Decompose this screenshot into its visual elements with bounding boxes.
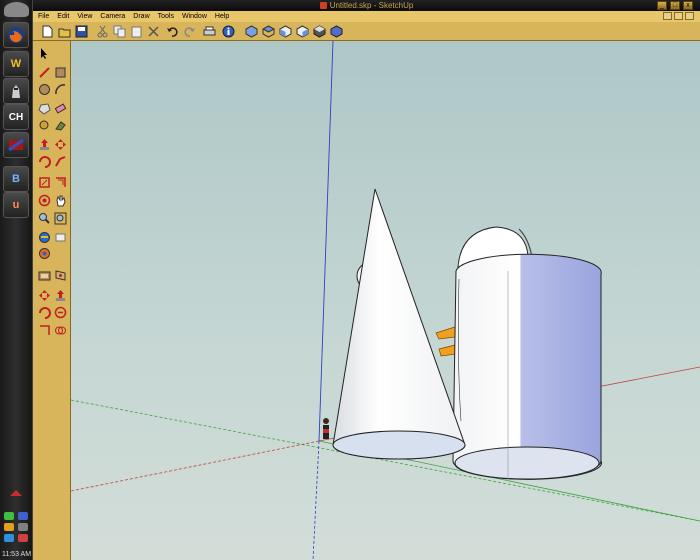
orbit-icon[interactable] — [37, 193, 52, 208]
menu-bar: File Edit View Camera Draw Tools Window Help — [33, 11, 700, 22]
open-icon[interactable] — [57, 24, 72, 39]
eraser-icon[interactable] — [53, 101, 68, 116]
iso-view-icon[interactable] — [244, 24, 259, 39]
line-icon[interactable] — [37, 65, 52, 80]
cut-icon[interactable] — [95, 24, 110, 39]
previous-icon[interactable] — [37, 230, 52, 245]
circle-icon[interactable] — [37, 82, 52, 97]
scene-canvas[interactable] — [71, 41, 700, 560]
menu-tools[interactable]: Tools — [154, 11, 178, 22]
rotate-icon[interactable] — [37, 154, 52, 169]
menu-edit[interactable]: Edit — [53, 11, 73, 22]
window-title: Untitled.skp - SketchUp — [329, 1, 414, 10]
dimension-icon[interactable] — [37, 288, 52, 303]
scroll-up-arrow[interactable] — [10, 490, 22, 496]
back-view-icon[interactable] — [312, 24, 327, 39]
top-view-icon[interactable] — [261, 24, 276, 39]
copy-icon[interactable] — [112, 24, 127, 39]
screen: W CH B u 11:53 AM Untitled.skp - SketchU… — [0, 0, 700, 560]
u-icon[interactable]: u — [3, 192, 29, 218]
right-view-icon[interactable] — [295, 24, 310, 39]
dome-cylinder[interactable] — [452, 226, 603, 480]
3d-text-icon[interactable] — [53, 305, 68, 320]
maximize-button[interactable]: □ — [670, 1, 680, 10]
b-icon[interactable]: B — [3, 166, 29, 192]
scale-icon[interactable] — [37, 175, 52, 190]
paste-icon[interactable] — [129, 24, 144, 39]
push-pull-icon[interactable] — [37, 137, 52, 152]
menu-view[interactable]: View — [73, 11, 96, 22]
taskbar: W CH B u 11:53 AM — [0, 0, 33, 560]
print-icon[interactable] — [202, 24, 217, 39]
undo-icon[interactable] — [165, 24, 180, 39]
tape-icon[interactable] — [37, 118, 52, 133]
system-tray — [2, 512, 31, 546]
zoom-extents-icon[interactable] — [53, 211, 68, 226]
menu-help[interactable]: Help — [211, 11, 233, 22]
arc-icon[interactable] — [53, 82, 68, 97]
knight-icon[interactable] — [3, 78, 29, 104]
select-icon[interactable] — [37, 46, 52, 61]
offset-icon[interactable] — [53, 175, 68, 190]
sketchup-window: Untitled.skp - SketchUp _ □ x File Edit Vi… — [33, 0, 700, 560]
follow-me-icon[interactable] — [53, 154, 68, 169]
zoom-icon[interactable] — [37, 211, 52, 226]
doc-restore-button[interactable] — [674, 12, 683, 20]
move-icon[interactable] — [53, 137, 68, 152]
rectangle-icon[interactable] — [53, 65, 68, 80]
taskbar-logo[interactable] — [4, 2, 29, 17]
cone[interactable] — [332, 188, 466, 460]
red-axis-dashed — [71, 440, 320, 492]
clock: 11:53 AM — [1, 551, 32, 558]
menu-draw[interactable]: Draw — [129, 11, 153, 22]
left-view-icon[interactable] — [329, 24, 344, 39]
axes-icon[interactable] — [37, 305, 52, 320]
ch-icon[interactable]: CH — [3, 104, 29, 130]
menu-camera[interactable]: Camera — [96, 11, 129, 22]
intersect-icon[interactable] — [53, 323, 68, 338]
title-bar[interactable]: Untitled.skp - SketchUp — [33, 0, 700, 11]
position-camera-icon[interactable] — [53, 230, 68, 245]
paint-icon[interactable] — [53, 118, 68, 133]
wow-icon[interactable]: W — [3, 51, 29, 77]
new-icon[interactable] — [40, 24, 55, 39]
drawing-toolbar — [33, 41, 71, 560]
text-icon[interactable] — [53, 288, 68, 303]
pan-icon[interactable] — [53, 193, 68, 208]
flag-icon[interactable] — [3, 132, 29, 158]
polygon-icon[interactable] — [37, 101, 52, 116]
model-viewport[interactable] — [71, 41, 700, 560]
look-around-icon[interactable] — [37, 268, 52, 283]
model-info-icon[interactable] — [221, 24, 236, 39]
doc-close-button[interactable] — [685, 12, 694, 20]
blue-axis — [318, 41, 334, 442]
close-button[interactable]: x — [683, 1, 693, 10]
doc-minimize-button[interactable] — [663, 12, 672, 20]
protractor-icon[interactable] — [37, 323, 52, 338]
minimize-button[interactable]: _ — [657, 1, 667, 10]
front-view-icon[interactable] — [278, 24, 293, 39]
erase-icon[interactable] — [146, 24, 161, 39]
scale-figure[interactable] — [323, 418, 329, 439]
blue-axis-dashed — [312, 440, 320, 560]
walk-icon[interactable] — [37, 246, 52, 261]
main-toolbar — [33, 22, 700, 41]
redo-icon[interactable] — [182, 24, 197, 39]
firefox-icon[interactable] — [3, 22, 29, 48]
save-icon[interactable] — [74, 24, 89, 39]
menu-file[interactable]: File — [33, 11, 53, 22]
app-icon — [319, 2, 327, 9]
section-icon[interactable] — [53, 268, 68, 283]
menu-window[interactable]: Window — [178, 11, 211, 22]
